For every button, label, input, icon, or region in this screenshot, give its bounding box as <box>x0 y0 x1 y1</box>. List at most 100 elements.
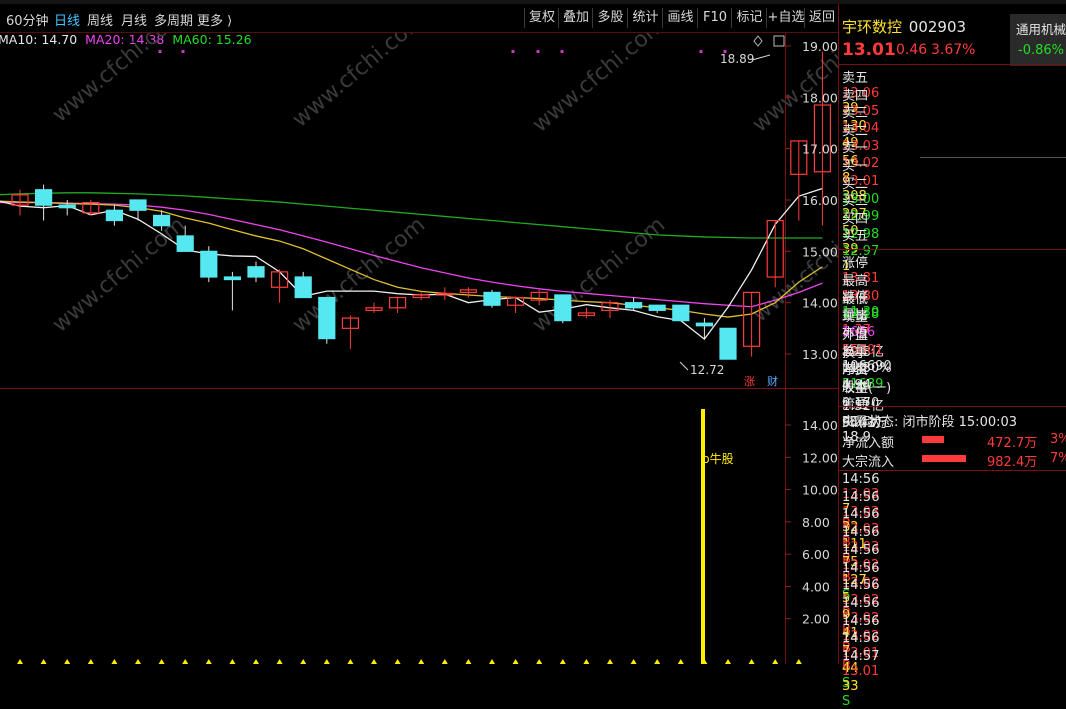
signal-dot <box>181 50 185 53</box>
y-tick-label: 17.00 <box>802 142 838 157</box>
period-multi[interactable]: 多周期 <box>154 10 193 29</box>
tick-time: 14:56 <box>842 595 880 611</box>
stats-row: 现量 1656 总量 106690 <box>842 306 1066 374</box>
block-bar <box>922 455 966 462</box>
candle-body <box>34 189 53 206</box>
candle-body <box>483 291 501 306</box>
signal-arrow <box>677 659 684 664</box>
signal-arrow <box>371 659 377 664</box>
orderbook-row: 买四 12.98 39 <box>842 208 1066 257</box>
tick-row: 14:56 13.03 111 B <box>842 507 1066 567</box>
orderbook-label: 买三 <box>842 194 869 210</box>
y-tick-label: 13.00 <box>802 347 838 362</box>
draw-line-button[interactable]: 画线 <box>662 8 698 28</box>
divider <box>839 406 1066 407</box>
sector-box[interactable]: 通用机械 -0.86% <box>1010 14 1066 66</box>
signal-arrow <box>253 659 259 664</box>
netflow-pct: 3% <box>1050 432 1066 447</box>
tick-row: 14:56 13.02 5 B <box>842 560 1066 621</box>
tick-row: 14:56 13.03 75 B <box>842 525 1066 585</box>
tick-time: 14:56 <box>842 489 880 505</box>
chart-toolbar: 60分钟 日线 周线 月线 多周期 更多 ⟩ 复权 叠加 多股 统计 画线 F1… <box>0 4 838 33</box>
period-60min[interactable]: 60分钟 <box>6 10 49 29</box>
y-tick-label: 10.00 <box>802 483 838 498</box>
back-button[interactable]: 返回 <box>804 8 839 28</box>
add-watchlist-button[interactable]: +自选 <box>766 8 805 28</box>
signal-arrow <box>87 659 94 664</box>
signal-arrow <box>64 659 71 664</box>
signal-arrow <box>40 659 47 664</box>
divider <box>839 249 1066 250</box>
candle-body <box>719 327 737 360</box>
watermark-text: www.cfchi.com <box>48 33 190 128</box>
signal-arrow <box>17 659 23 664</box>
stats-label: 净资 <box>842 363 869 379</box>
tick-time: 14:56 <box>842 560 880 576</box>
signal-arrow <box>583 659 590 664</box>
orderbook-row: 卖三 13.04 49 <box>842 102 1066 151</box>
block-value: 982.4万 <box>987 455 1038 470</box>
orderbook-label: 买五 <box>842 229 869 245</box>
signal-arrow <box>772 659 779 664</box>
orderbook-row: 买三 12.99 50 <box>842 190 1066 239</box>
signal-arrow <box>111 659 118 664</box>
orderbook-row: 卖五 13.06 39 <box>842 67 1066 116</box>
stats-label: 最低 <box>842 291 869 307</box>
stats-value: 0.170 <box>842 396 880 412</box>
netflow-value: 472.7万 <box>987 436 1038 451</box>
signal-arrow <box>489 659 495 664</box>
signal-arrow <box>418 659 425 664</box>
f10-button[interactable]: F10 <box>697 8 732 28</box>
candle-body <box>294 276 312 299</box>
orderbook-row: 卖二 13.03 56 <box>842 120 1066 169</box>
signal-dot <box>511 50 515 53</box>
tick-row: 14:56 13.02 127 S <box>842 542 1066 603</box>
period-daily[interactable]: 日线 <box>54 10 80 29</box>
last-price: 13.01 <box>842 40 896 60</box>
signal-arrow <box>748 659 755 664</box>
candle-body <box>247 266 265 278</box>
signal-arrow <box>536 659 543 664</box>
candlestick-chart[interactable]: www.cfchi.com www.cfchi.com www.cfchi.com w… <box>0 33 838 388</box>
overlay-button[interactable]: 叠加 <box>558 8 593 28</box>
y-tick-label: 8.00 <box>802 515 830 530</box>
multi-stock-button[interactable]: 多股 <box>592 8 628 28</box>
period-weekly[interactable]: 周线 <box>87 10 113 29</box>
stats-row: 净资 4.94 流通 9443万 <box>842 359 1066 431</box>
y-tick-label: 4.00 <box>802 579 830 594</box>
tick-price: 13.01 <box>842 664 880 679</box>
watermark: www.cfchi.com www.cfchi.com www.cfchi.com w… <box>48 33 838 338</box>
signal-arrow <box>512 659 519 664</box>
window-icon <box>773 35 785 47</box>
price-change-pct: 3.67% <box>931 42 976 58</box>
stats-row: 涨停 13.81 跌停 11.30 <box>842 252 1066 320</box>
candle-body <box>223 276 241 281</box>
period-more[interactable]: 更多 ⟩ <box>197 10 232 29</box>
period-monthly[interactable]: 月线 <box>121 10 147 29</box>
orderbook-label: 卖二 <box>842 123 869 139</box>
y-tick-label: 12.00 <box>802 450 838 465</box>
high-pointer <box>751 54 771 61</box>
netflow-label: 净流入额 <box>842 436 895 451</box>
tick-row: 14:56 13.02 41 B <box>842 595 1066 656</box>
signal-bar <box>701 409 705 664</box>
tick-time: 14:56 <box>842 542 880 558</box>
stats-label: 最高 <box>842 273 869 289</box>
stats-label: 现量 <box>842 309 869 325</box>
orderbook-row: 买二 13.00 297 <box>842 173 1066 222</box>
mark-button[interactable]: 标记 <box>731 8 767 28</box>
orderbook-row: 买五 12.97 1 <box>842 225 1066 274</box>
stats-button[interactable]: 统计 <box>627 8 663 28</box>
indicator-chart[interactable]: 14.00 12.00 10.00 8.00 6.00 4.00 2.00 p牛股 <box>0 389 838 664</box>
orderbook-label: 卖一 <box>842 141 869 157</box>
watermark-text: www.cfchi.com <box>528 212 670 337</box>
block-pct: 7% <box>1050 451 1066 466</box>
orderbook-label: 买四 <box>842 211 869 227</box>
signal-arrow <box>158 659 165 664</box>
tick-time: 14:56 <box>842 631 880 647</box>
adjust-button[interactable]: 复权 <box>524 8 559 28</box>
candle-body <box>176 235 194 252</box>
diamond-icon <box>753 35 763 47</box>
stats-row: 外盘 55001 内盘 51689 <box>842 324 1066 392</box>
tick-time: 14:57 <box>842 649 880 664</box>
